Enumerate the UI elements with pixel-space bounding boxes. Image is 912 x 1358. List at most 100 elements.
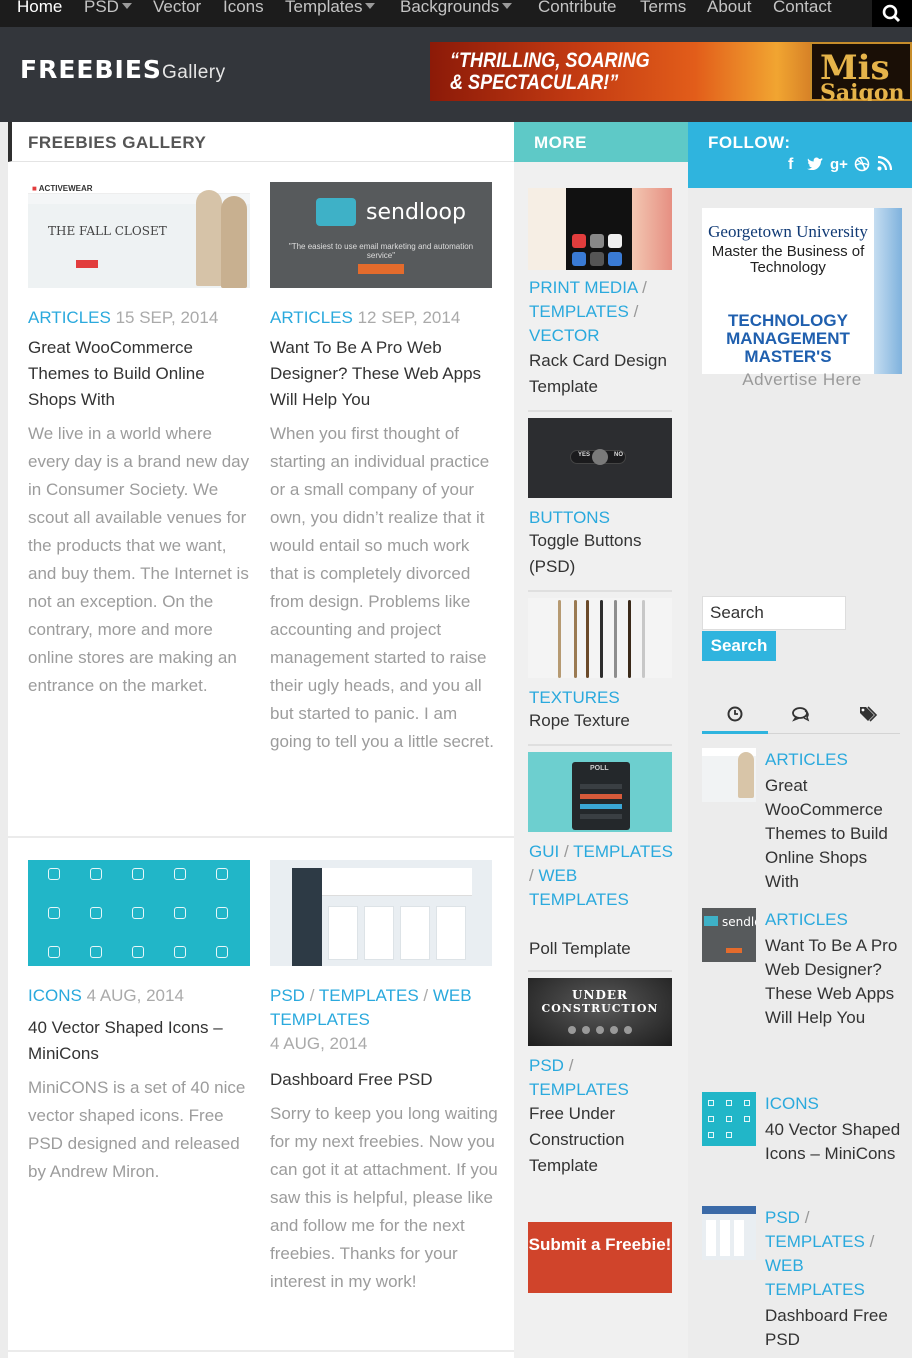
sidebar-post-thumbnail[interactable] bbox=[702, 748, 756, 802]
sidebar-ad[interactable]: Georgetown University Master the Busines… bbox=[702, 208, 902, 374]
search-input[interactable] bbox=[702, 596, 846, 630]
more-categories: PSD / TEMPLATES bbox=[529, 1056, 629, 1099]
category-link[interactable]: TEMPLATES bbox=[765, 1232, 865, 1251]
category-link[interactable]: PSD bbox=[529, 1056, 564, 1075]
header-ad-banner[interactable]: “THRILLING, SOARING & SPECTACULAR!” Mis S… bbox=[430, 42, 912, 101]
site-logo[interactable]: FREEBIESGallery bbox=[20, 55, 226, 84]
tab-comments[interactable] bbox=[768, 700, 834, 734]
more-item-title[interactable]: Toggle Buttons (PSD) bbox=[529, 528, 674, 580]
chevron-down-icon bbox=[502, 3, 513, 9]
post-title[interactable]: 40 Vector Shaped Icons – MiniCons bbox=[28, 1015, 253, 1067]
more-item-title[interactable]: Rope Texture bbox=[529, 708, 674, 734]
more-column: MORE PRINT MEDIA / TEMPLATES / VECTOR Ra… bbox=[514, 122, 688, 1358]
category-link[interactable]: ARTICLES bbox=[28, 308, 111, 327]
sidebar-post-thumbnail[interactable] bbox=[702, 1092, 756, 1146]
category-link[interactable]: TEMPLATES bbox=[529, 1080, 629, 1099]
more-thumbnail[interactable]: YES NO bbox=[528, 418, 672, 498]
post-thumbnail[interactable]: sendloop "The easiest to use email marke… bbox=[270, 182, 492, 288]
category-link[interactable]: ICONS bbox=[28, 986, 82, 1005]
category-link[interactable]: ICONS bbox=[765, 1094, 819, 1113]
post-date: 4 AUG, 2014 bbox=[86, 986, 184, 1005]
nav-about[interactable]: About bbox=[707, 0, 751, 17]
banner-brand: Mis Saigon bbox=[810, 42, 912, 101]
follow-header: FOLLOW: f g+ bbox=[688, 122, 912, 188]
submit-freebie-button[interactable]: Submit a Freebie! bbox=[528, 1222, 672, 1293]
site-header: FREEBIESGallery “THRILLING, SOARING & SP… bbox=[0, 27, 912, 122]
nav-contribute[interactable]: Contribute bbox=[538, 0, 616, 17]
nav-contact[interactable]: Contact bbox=[773, 0, 832, 17]
more-item-title[interactable]: Poll Template bbox=[529, 936, 674, 962]
advertise-here-link[interactable]: Advertise Here bbox=[702, 370, 902, 390]
category-link[interactable]: GUI bbox=[529, 842, 559, 861]
twitter-icon[interactable] bbox=[807, 156, 823, 175]
category-link[interactable]: BUTTONS bbox=[529, 508, 610, 527]
category-link[interactable]: ARTICLES bbox=[270, 308, 353, 327]
chevron-down-icon bbox=[121, 3, 132, 9]
more-thumbnail[interactable] bbox=[528, 188, 672, 270]
category-link[interactable]: ARTICLES bbox=[765, 750, 848, 769]
divider bbox=[528, 970, 672, 972]
category-link[interactable]: PSD bbox=[270, 986, 305, 1005]
nav-templates[interactable]: Templates bbox=[285, 0, 376, 17]
more-thumbnail[interactable]: UNDER CONSTRUCTION bbox=[528, 978, 672, 1046]
post-title[interactable]: Want To Be A Pro Web Designer? These Web… bbox=[270, 335, 495, 413]
category-link[interactable]: TEXTURES bbox=[529, 688, 620, 707]
chevron-down-icon bbox=[365, 3, 376, 9]
category-link[interactable]: VECTOR bbox=[529, 326, 600, 345]
sidebar-post-title[interactable]: Great WooCommerce Themes to Build Online… bbox=[765, 774, 905, 894]
divider bbox=[528, 590, 672, 592]
sidebar-post-title[interactable]: 40 Vector Shaped Icons – MiniCons bbox=[765, 1118, 905, 1166]
search-button[interactable]: Search bbox=[702, 631, 776, 661]
post-excerpt: MiniCONS is a set of 40 nice vector shap… bbox=[28, 1078, 246, 1181]
more-thumbnail[interactable]: POLL bbox=[528, 752, 672, 832]
search-icon bbox=[882, 4, 901, 23]
post-thumbnail[interactable] bbox=[270, 860, 492, 966]
more-categories: PRINT MEDIA / TEMPLATES / VECTOR bbox=[529, 278, 647, 345]
divider bbox=[528, 744, 672, 746]
category-link[interactable]: TEMPLATES bbox=[319, 986, 419, 1005]
post-thumbnail[interactable]: ■ ACTIVEWEAR THE FALL CLOSET bbox=[28, 182, 250, 288]
nav-icons[interactable]: Icons bbox=[223, 0, 264, 17]
post-date: 4 AUG, 2014 bbox=[270, 1034, 368, 1053]
post-title[interactable]: Great WooCommerce Themes to Build Online… bbox=[28, 335, 253, 413]
sidebar-post-thumbnail[interactable] bbox=[702, 1206, 756, 1260]
post-thumbnail[interactable] bbox=[28, 860, 250, 966]
row-divider bbox=[8, 836, 514, 838]
post-meta: ARTICLES 12 SEP, 2014 bbox=[270, 306, 495, 330]
more-thumbnail[interactable] bbox=[528, 598, 672, 678]
sidebar-post-title[interactable]: Want To Be A Pro Web Designer? These Web… bbox=[765, 934, 905, 1030]
category-link[interactable]: TEMPLATES bbox=[529, 302, 629, 321]
nav-backgrounds[interactable]: Backgrounds bbox=[400, 0, 513, 17]
search-toggle-button[interactable] bbox=[872, 0, 912, 27]
facebook-icon[interactable]: f bbox=[788, 156, 793, 174]
category-link[interactable]: PSD bbox=[765, 1208, 800, 1227]
dribbble-icon[interactable] bbox=[854, 156, 870, 177]
more-item-title[interactable]: Rack Card Design Template bbox=[529, 348, 674, 400]
category-link[interactable]: TEMPLATES bbox=[573, 842, 673, 861]
tab-tags[interactable] bbox=[834, 700, 900, 734]
clock-icon bbox=[727, 706, 743, 722]
post-title[interactable]: Dashboard Free PSD bbox=[270, 1067, 495, 1093]
section-heading: MORE bbox=[514, 122, 688, 162]
category-link[interactable]: PRINT MEDIA bbox=[529, 278, 637, 297]
category-link[interactable]: WEB TEMPLATES bbox=[529, 866, 629, 909]
post-meta: PSD / TEMPLATES / WEB TEMPLATES 4 AUG, 2… bbox=[270, 986, 472, 1053]
top-navigation: Home PSD Vector Icons Templates Backgrou… bbox=[0, 0, 912, 27]
nav-psd[interactable]: PSD bbox=[84, 0, 132, 17]
tab-recent[interactable] bbox=[702, 700, 768, 734]
tags-icon bbox=[860, 706, 878, 722]
sidebar-post-title[interactable]: Dashboard Free PSD bbox=[765, 1304, 905, 1352]
nav-terms[interactable]: Terms bbox=[640, 0, 686, 17]
more-item-title[interactable]: Free Under Construction Template bbox=[529, 1101, 674, 1179]
sidebar-post-categories: ARTICLES bbox=[765, 748, 905, 772]
nav-vector[interactable]: Vector bbox=[153, 0, 201, 17]
more-categories: BUTTONS bbox=[529, 506, 674, 530]
category-link[interactable]: ARTICLES bbox=[765, 910, 848, 929]
post-date: 15 SEP, 2014 bbox=[115, 308, 219, 327]
more-categories: GUI / TEMPLATES / WEB TEMPLATES bbox=[529, 842, 673, 909]
nav-home[interactable]: Home bbox=[17, 0, 62, 17]
rss-icon[interactable] bbox=[877, 155, 893, 176]
sidebar-post-thumbnail[interactable]: sendlo bbox=[702, 908, 756, 962]
google-plus-icon[interactable]: g+ bbox=[830, 156, 848, 173]
category-link[interactable]: WEB TEMPLATES bbox=[765, 1256, 865, 1299]
